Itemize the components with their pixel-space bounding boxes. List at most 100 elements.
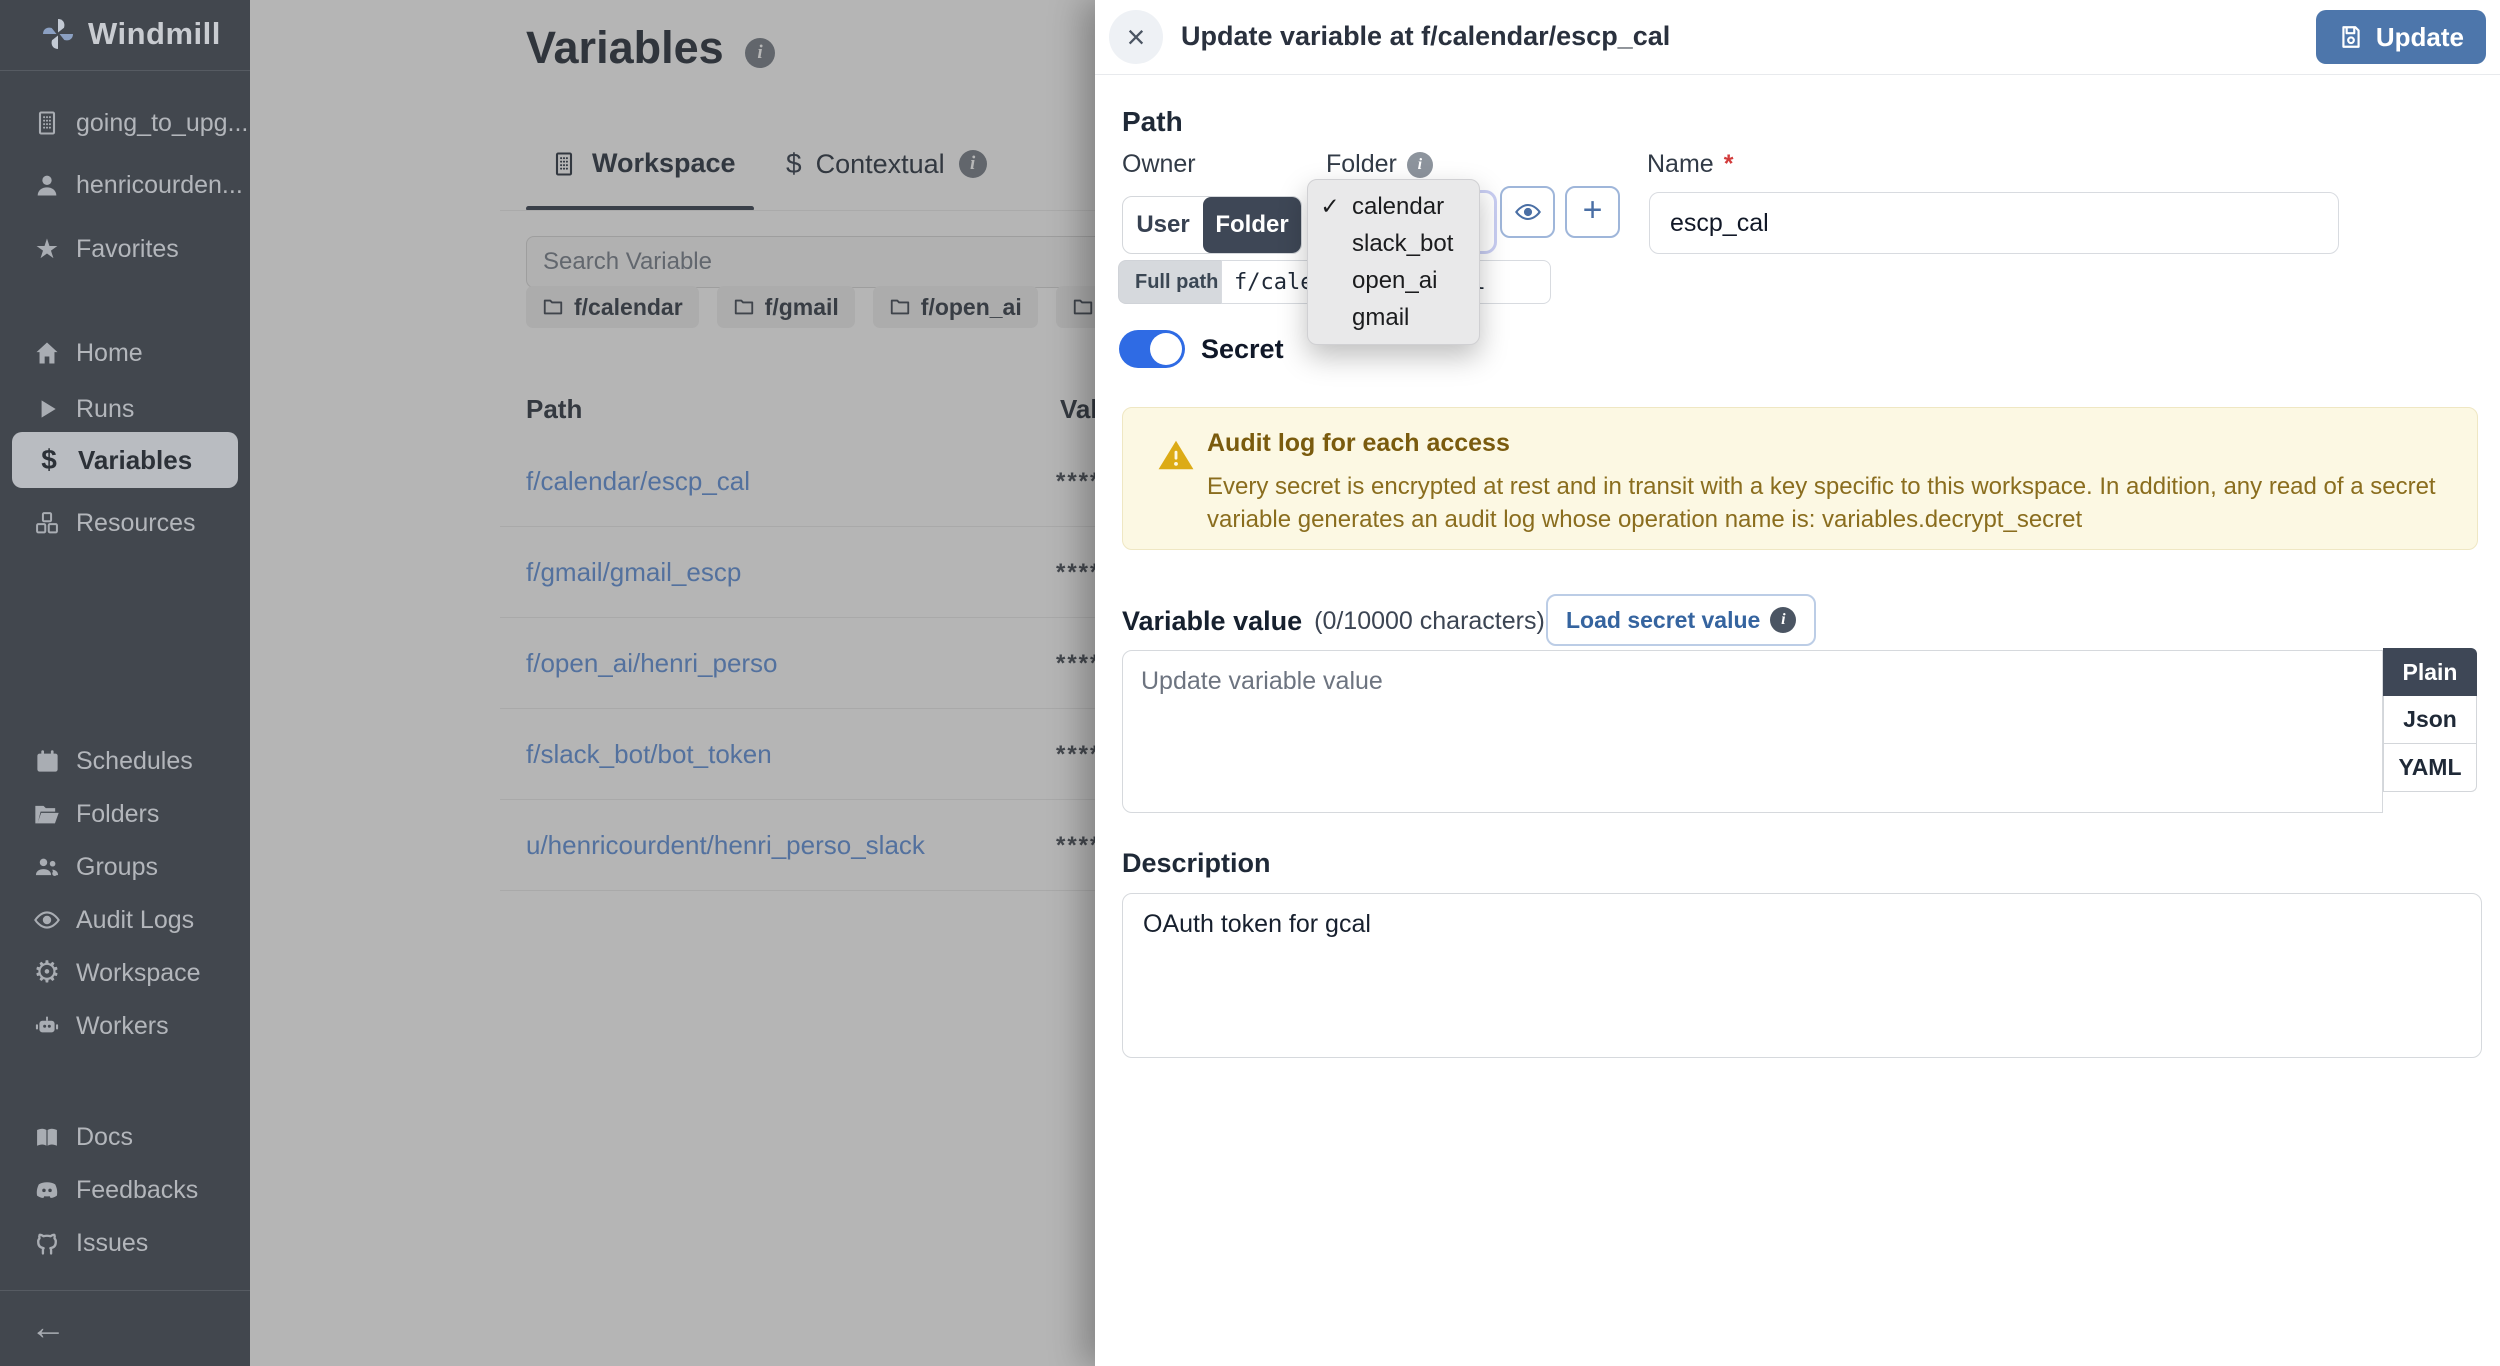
collapse-sidebar-button[interactable]: ← xyxy=(30,1306,66,1348)
sidebar-item-workspace-settings[interactable]: ⚙ Workspace xyxy=(0,950,250,996)
table-row[interactable]: u/henricourdent/henri_perso_slack **** xyxy=(500,800,1100,891)
home-icon xyxy=(30,339,64,367)
sidebar-item-audit-logs[interactable]: Audit Logs xyxy=(0,897,250,943)
sidebar-item-favorites[interactable]: ★ Favorites xyxy=(0,226,250,272)
variable-path-link[interactable]: f/slack_bot/bot_token xyxy=(526,739,772,770)
close-icon[interactable]: × xyxy=(1109,10,1163,64)
check-icon: ✓ xyxy=(1308,193,1352,220)
variable-path-link[interactable]: f/gmail/gmail_escp xyxy=(526,557,741,588)
format-tab-plain[interactable]: Plain xyxy=(2383,648,2477,696)
update-button[interactable]: Update xyxy=(2316,10,2486,64)
sidebar-item-runs[interactable]: Runs xyxy=(0,386,250,432)
variable-value-textarea[interactable] xyxy=(1122,650,2383,813)
dollar-icon: $ xyxy=(786,148,802,180)
chip-f-gmail[interactable]: f/gmail xyxy=(717,286,855,328)
create-folder-button[interactable]: + xyxy=(1565,186,1620,238)
github-icon xyxy=(30,1229,64,1257)
column-header-path: Path xyxy=(526,394,582,425)
group-icon xyxy=(30,853,64,881)
secret-label: Secret xyxy=(1201,334,1284,365)
path-heading: Path xyxy=(1122,106,1183,138)
format-tab-json[interactable]: Json xyxy=(2383,696,2477,744)
folder-icon xyxy=(889,296,911,318)
tab-workspace[interactable]: Workspace xyxy=(550,148,736,179)
chip-f-open-ai[interactable]: f/open_ai xyxy=(873,286,1038,328)
building-icon xyxy=(550,150,578,178)
sidebar-item-issues[interactable]: Issues xyxy=(0,1220,250,1266)
dropdown-option-calendar[interactable]: ✓ calendar xyxy=(1308,188,1479,225)
secret-toggle[interactable] xyxy=(1119,330,1185,368)
chip-f-calendar[interactable]: f/calendar xyxy=(526,286,699,328)
book-icon xyxy=(30,1123,64,1151)
sidebar-item-groups[interactable]: Groups xyxy=(0,844,250,890)
warning-body: Every secret is encrypted at rest and in… xyxy=(1207,470,2479,536)
search-input[interactable] xyxy=(526,236,1120,288)
sidebar-item-resources[interactable]: Resources xyxy=(0,500,250,546)
dollar-icon: $ xyxy=(32,446,66,474)
folder-dropdown-menu: ✓ calendar slack_bot open_ai gmail xyxy=(1307,179,1480,345)
load-secret-info-icon xyxy=(1770,607,1796,633)
owner-label: Owner xyxy=(1122,150,1196,179)
user-icon xyxy=(30,171,64,199)
description-heading: Description xyxy=(1122,848,1271,879)
plus-icon: + xyxy=(1583,193,1603,227)
variable-path-link[interactable]: f/calendar/escp_cal xyxy=(526,466,750,497)
dropdown-option-open-ai[interactable]: open_ai xyxy=(1308,262,1479,299)
play-icon xyxy=(30,396,64,422)
variables-info-icon[interactable] xyxy=(745,38,775,68)
drawer-header: × Update variable at f/calendar/escp_cal… xyxy=(1095,0,2500,75)
discord-icon xyxy=(30,1176,64,1204)
tabs-divider xyxy=(500,210,1095,211)
description-textarea[interactable] xyxy=(1122,893,2482,1058)
sidebar-item-folders[interactable]: Folders xyxy=(0,791,250,837)
sidebar: Windmill going_to_upg... henricourden...… xyxy=(0,0,250,1366)
account-menu[interactable]: henricourden... xyxy=(0,162,250,208)
variables-table: f/calendar/escp_cal **** f/gmail/gmail_e… xyxy=(500,436,1100,891)
gear-icon: ⚙ xyxy=(30,958,64,988)
folder-open-icon xyxy=(30,800,64,828)
update-variable-drawer: × Update variable at f/calendar/escp_cal… xyxy=(1095,0,2500,1366)
eye-icon xyxy=(30,906,64,934)
name-input[interactable] xyxy=(1649,192,2339,254)
variable-value-label: Variable value xyxy=(1122,606,1302,637)
dropdown-option-gmail[interactable]: gmail xyxy=(1308,299,1479,336)
sidebar-item-schedules[interactable]: Schedules xyxy=(0,738,250,784)
folder-label: Folder xyxy=(1326,150,1433,179)
cubes-icon xyxy=(30,509,64,537)
tab-contextual[interactable]: $ Contextual xyxy=(786,148,987,180)
name-label: Name * xyxy=(1647,150,1733,179)
format-tab-yaml[interactable]: YAML xyxy=(2383,744,2477,792)
variable-path-link[interactable]: f/open_ai/henri_perso xyxy=(526,648,778,679)
sidebar-item-workers[interactable]: Workers xyxy=(0,1003,250,1049)
owner-kind-user[interactable]: User xyxy=(1123,197,1203,253)
folder-icon xyxy=(1072,296,1094,318)
table-row[interactable]: f/slack_bot/bot_token **** xyxy=(500,709,1100,800)
toggle-knob xyxy=(1150,333,1182,365)
audit-log-warning: Audit log for each access Every secret i… xyxy=(1122,407,2478,550)
character-counter: (0/10000 characters) xyxy=(1314,607,1545,636)
variable-path-link[interactable]: u/henricourdent/henri_perso_slack xyxy=(526,830,925,861)
workspace-switcher[interactable]: going_to_upg... xyxy=(0,100,250,146)
sidebar-item-variables[interactable]: $ Variables xyxy=(12,432,238,488)
divider xyxy=(0,1290,250,1291)
dropdown-option-slack-bot[interactable]: slack_bot xyxy=(1308,225,1479,262)
preview-folder-button[interactable] xyxy=(1500,186,1555,238)
windmill-app: Variables Workspace $ Contextual xyxy=(0,0,2500,1366)
building-icon xyxy=(30,109,64,137)
owner-kind-folder[interactable]: Folder xyxy=(1203,197,1301,253)
contextual-info-icon[interactable] xyxy=(959,150,987,178)
drawer-title: Update variable at f/calendar/escp_cal xyxy=(1181,21,1670,52)
load-secret-value-button[interactable]: Load secret value xyxy=(1546,594,1816,646)
save-icon xyxy=(2338,24,2364,50)
table-row[interactable]: f/calendar/escp_cal **** xyxy=(500,436,1100,527)
format-tabs: Plain Json YAML xyxy=(2383,648,2477,792)
folder-info-icon[interactable] xyxy=(1407,152,1433,178)
sidebar-item-feedbacks[interactable]: Feedbacks xyxy=(0,1167,250,1213)
sidebar-item-docs[interactable]: Docs xyxy=(0,1114,250,1160)
table-row[interactable]: f/gmail/gmail_escp **** xyxy=(500,527,1100,618)
table-row[interactable]: f/open_ai/henri_perso **** xyxy=(500,618,1100,709)
calendar-icon xyxy=(30,748,64,775)
windmill-logo[interactable]: Windmill xyxy=(40,16,221,52)
page-title: Variables xyxy=(526,22,724,74)
sidebar-item-home[interactable]: Home xyxy=(0,330,250,376)
